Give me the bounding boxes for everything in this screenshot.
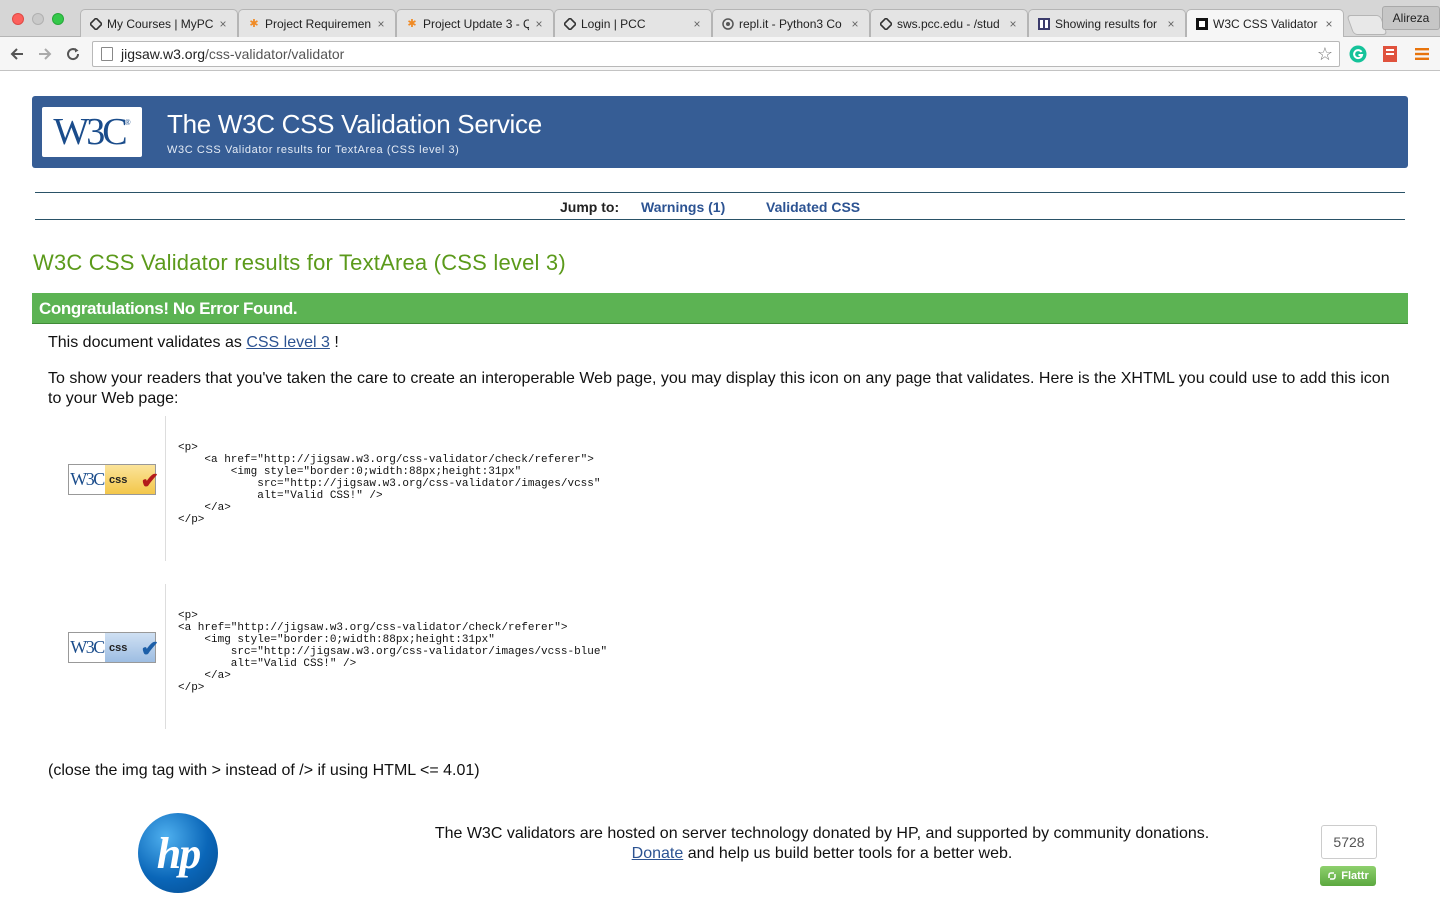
pcc-diamond-icon	[563, 17, 577, 31]
window-minimize-button[interactable]	[32, 13, 44, 25]
tab-title: Project Update 3 - Q	[423, 16, 529, 31]
browser-tab[interactable]: My Courses | MyPCC ×	[80, 9, 238, 37]
nu-icon	[1037, 17, 1051, 31]
hp-logo[interactable]: hp	[138, 813, 218, 893]
blue-badge-block: W3C css ✔ <p> <a href="http://jigsaw.w3.o…	[48, 584, 748, 729]
tab-close-icon[interactable]: ×	[533, 17, 545, 31]
tab-list: My Courses | MyPCC × ✱ Project Requireme…	[80, 9, 1388, 37]
page-icon	[101, 47, 113, 61]
tab-close-icon[interactable]: ×	[1165, 17, 1177, 31]
css-level-3-link[interactable]: CSS level 3	[246, 334, 330, 351]
success-message: Congratulations! No Error Found.	[39, 299, 298, 318]
browser-tab[interactable]: Login | PCC ×	[554, 9, 712, 37]
url-text: jigsaw.w3.org/css-validator/validator	[121, 46, 345, 62]
pdf-extension-icon[interactable]	[1381, 45, 1399, 63]
tab-close-icon[interactable]: ×	[1323, 17, 1335, 31]
close-tag-note: (close the img tag with > instead of /> …	[48, 762, 480, 779]
browser-tab[interactable]: ✱ Project Update 3 - Q ×	[396, 9, 554, 37]
tab-close-icon[interactable]: ×	[849, 17, 861, 31]
browser-tab[interactable]: Showing results for ×	[1028, 9, 1186, 37]
flattr-icon	[1328, 872, 1336, 880]
tab-title: Showing results for	[1055, 16, 1158, 31]
valid-css-gold-badge[interactable]: W3C css ✔	[68, 464, 159, 495]
menu-icon[interactable]	[1413, 45, 1431, 63]
bookmark-star-icon[interactable]: ☆	[1317, 44, 1333, 65]
reload-icon[interactable]	[62, 43, 84, 65]
w3c-logo[interactable]: W3C ®	[42, 107, 142, 157]
browser-toolbar: jigsaw.w3.org/css-validator/validator ☆	[0, 37, 1440, 71]
footer-text: The W3C validators are hosted on server …	[434, 825, 1210, 862]
forward-arrow-icon[interactable]	[34, 43, 56, 65]
gold-badge-block: W3C css ✔ <p> <a href="http://jigsaw.w3.o…	[48, 416, 748, 561]
back-arrow-icon[interactable]	[6, 43, 28, 65]
tab-title: repl.it - Python3 Co	[739, 16, 842, 31]
tab-title: My Courses | MyPCC	[107, 16, 213, 31]
w3c-icon	[1195, 17, 1209, 31]
jump-navigation: Jump to: Warnings (1) Validated CSS	[35, 192, 1405, 220]
badge-code-snippet: <p> <a href="http://jigsaw.w3.org/css-va…	[178, 442, 601, 526]
window-close-button[interactable]	[12, 13, 24, 25]
tab-close-icon[interactable]: ×	[1007, 17, 1019, 31]
checkmark-icon: ✔	[140, 468, 159, 493]
pcc-diamond-icon	[879, 17, 893, 31]
tab-close-icon[interactable]: ×	[217, 17, 229, 31]
tab-title: sws.pcc.edu - /stud	[897, 16, 1000, 31]
readers-paragraph: To show your readers that you've taken t…	[48, 370, 1390, 407]
validates-paragraph: This document validates as CSS level 3 !	[48, 334, 339, 351]
browser-tab[interactable]: sws.pcc.edu - /stud ×	[870, 9, 1028, 37]
address-bar[interactable]: jigsaw.w3.org/css-validator/validator ☆	[92, 41, 1340, 67]
warnings-link[interactable]: Warnings (1)	[641, 199, 725, 215]
profile-button[interactable]: Alireza	[1382, 6, 1440, 30]
page-title: The W3C CSS Validation Service	[167, 109, 542, 139]
browser-tab[interactable]: repl.it - Python3 Co ×	[712, 9, 870, 37]
asterisk-orange-icon: ✱	[249, 18, 259, 30]
jump-label: Jump to:	[560, 199, 620, 215]
donate-link[interactable]: Donate	[632, 845, 684, 862]
validated-css-link[interactable]: Validated CSS	[766, 199, 860, 215]
browser-tab-active[interactable]: W3C CSS Validator r ×	[1186, 9, 1344, 37]
checkmark-icon: ✔	[140, 636, 159, 661]
browser-tab[interactable]: ✱ Project Requirements ×	[238, 9, 396, 37]
page-subtitle: W3C CSS Validator results for TextArea (…	[167, 144, 460, 156]
pcc-diamond-icon	[89, 17, 103, 31]
grammarly-icon[interactable]	[1349, 45, 1367, 63]
header-banner: W3C ® The W3C CSS Validation Service W3C …	[32, 96, 1408, 168]
valid-css-blue-badge[interactable]: W3C css ✔	[68, 632, 159, 663]
window-zoom-button[interactable]	[52, 13, 64, 25]
asterisk-orange-icon: ✱	[407, 18, 417, 30]
divider	[165, 416, 166, 561]
flattr-button[interactable]: Flattr	[1320, 866, 1376, 886]
badge-code-snippet: <p> <a href="http://jigsaw.w3.org/css-va…	[178, 610, 608, 694]
repl-icon	[721, 17, 735, 31]
results-heading: W3C CSS Validator results for TextArea (…	[33, 250, 566, 275]
tab-title: W3C CSS Validator r	[1213, 16, 1319, 31]
tab-title: Login | PCC	[581, 16, 646, 31]
flattr-count: 5728	[1321, 825, 1377, 859]
divider	[165, 584, 166, 729]
tab-title: Project Requirements	[265, 16, 371, 31]
browser-tab-strip: My Courses | MyPCC × ✱ Project Requireme…	[0, 0, 1440, 37]
tab-close-icon[interactable]: ×	[375, 17, 387, 31]
tab-close-icon[interactable]: ×	[691, 17, 703, 31]
success-banner: Congratulations! No Error Found.	[32, 293, 1408, 324]
